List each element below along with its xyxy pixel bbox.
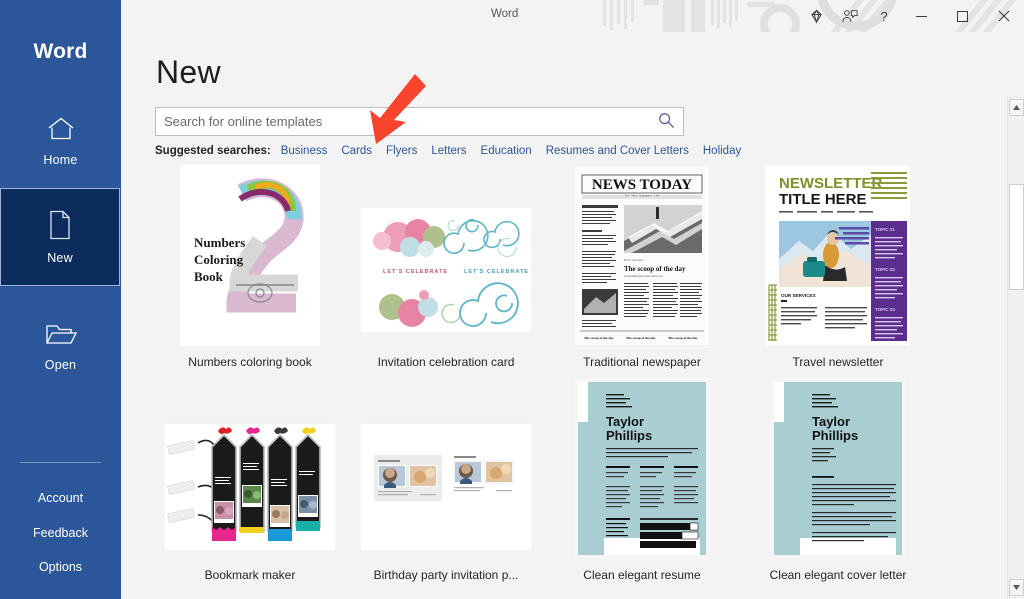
help-icon[interactable]: ? [867, 0, 901, 32]
template-thumbnail-clean-elegant-cover-letter: Taylor Phillips [743, 378, 933, 559]
template-card[interactable]: NEWS TODAY Tue ∙ Wed ∙ September ∙ 12th [547, 165, 737, 369]
template-caption: Invitation celebration card [377, 355, 515, 369]
template-caption: Traditional newspaper [583, 355, 701, 369]
svg-text:The scoop of the day: The scoop of the day [584, 336, 614, 340]
template-thumbnail-invitation-celebration-card: LET'S CELEBRATE LET'S CELEBRATE [351, 165, 541, 346]
open-folder-icon [45, 322, 77, 347]
main-content: New Suggested searches: Business Cards F… [121, 32, 1024, 599]
sidebar-item-label: Home [43, 152, 78, 167]
search-button[interactable] [649, 108, 683, 135]
template-card[interactable]: Numbers Coloring Book Numbers coloring b… [155, 165, 345, 369]
suggested-link-education[interactable]: Education [481, 145, 532, 157]
sidebar-item-label: Open [44, 358, 77, 372]
template-caption: Clean elegant resume [583, 568, 701, 582]
template-card[interactable]: NEWSLETTER TITLE HERE TOPIC 01 TOPIC 02 … [743, 165, 933, 369]
vertical-scrollbar[interactable] [1007, 96, 1024, 599]
template-caption: Birthday party invitation p... [373, 568, 519, 582]
sidebar-item-new[interactable]: New [0, 188, 120, 286]
word-start-screen: Word Home New Open Account Feedback Opti… [0, 0, 1024, 599]
svg-text:Numbers: Numbers [194, 235, 245, 250]
svg-text:Phillips: Phillips [606, 428, 652, 443]
template-thumbnail-clean-elegant-resume: Taylor Phillips [547, 378, 737, 559]
svg-text:TOPIC 02: TOPIC 02 [875, 267, 895, 272]
template-caption: Bookmark maker [204, 568, 296, 582]
svg-text:The scoop of the day: The scoop of the day [626, 336, 656, 340]
sidebar-item-label: New [47, 250, 73, 265]
search-icon [658, 112, 675, 132]
svg-text:TOPIC 03: TOPIC 03 [875, 307, 895, 312]
title-bar: Word ? [121, 0, 1024, 32]
svg-text:Sub heading line of the articl: Sub heading line of the article text [624, 275, 663, 278]
sidebar-item-open[interactable]: Open [0, 298, 121, 396]
window-title: Word [491, 8, 519, 20]
svg-text:The scoop of the day: The scoop of the day [668, 336, 698, 340]
sidebar-link-feedback[interactable]: Feedback [0, 526, 121, 540]
close-button[interactable] [983, 0, 1024, 32]
page-title: New [156, 54, 221, 90]
template-card[interactable]: Birthday party invitation p... [351, 378, 541, 582]
template-card[interactable]: Taylor Phillips [743, 378, 933, 582]
template-thumbnail-travel-newsletter: NEWSLETTER TITLE HERE TOPIC 01 TOPIC 02 … [743, 165, 933, 346]
template-card[interactable]: Bookmark maker [155, 378, 345, 582]
svg-text:TOPIC 01: TOPIC 01 [875, 227, 895, 232]
sidebar-link-options[interactable]: Options [0, 560, 121, 574]
suggested-link-resumes-and-cover-letters[interactable]: Resumes and Cover Letters [546, 145, 689, 157]
template-card[interactable]: LET'S CELEBRATE LET'S CELEBRATE Invitati… [351, 165, 541, 369]
template-grid: Numbers Coloring Book Numbers coloring b… [155, 165, 996, 599]
suggested-searches-label: Suggested searches: [155, 145, 271, 157]
svg-text:TITLE HERE: TITLE HERE [779, 191, 867, 208]
account-person-icon[interactable] [833, 0, 867, 32]
scroll-up-button[interactable] [1009, 99, 1024, 116]
scroll-down-button[interactable] [1009, 579, 1024, 596]
sidebar-item-home[interactable]: Home [0, 92, 121, 190]
svg-text:Taylor: Taylor [812, 414, 850, 429]
minimize-button[interactable] [901, 0, 942, 32]
sidebar-link-account[interactable]: Account [0, 491, 121, 505]
svg-text:Phillips: Phillips [812, 428, 858, 443]
template-card[interactable]: Taylor Phillips [547, 378, 737, 582]
template-caption: Travel newsletter [792, 355, 884, 369]
search-input[interactable] [156, 108, 649, 135]
premium-diamond-icon[interactable] [799, 0, 833, 32]
search-box[interactable] [155, 107, 684, 136]
svg-text:Photo caption here: Photo caption here [624, 259, 644, 262]
template-thumbnail-birthday-party-invitation [351, 378, 541, 559]
template-thumbnail-bookmark-maker [155, 378, 345, 559]
svg-text:Tue ∙ Wed ∙ September ∙ 12th: Tue ∙ Wed ∙ September ∙ 12th [625, 194, 660, 198]
svg-text:The scoop of the day: The scoop of the day [624, 265, 686, 273]
svg-text:LET'S CELEBRATE: LET'S CELEBRATE [464, 269, 529, 275]
sidebar: Word Home New Open Account Feedback Opti… [0, 0, 121, 599]
svg-text:Book: Book [194, 269, 224, 284]
suggested-searches: Suggested searches: Business Cards Flyer… [155, 142, 755, 160]
titlebar-controls: ? [799, 0, 1024, 32]
svg-text:OUR SERVICES: OUR SERVICES [781, 293, 816, 298]
sidebar-divider [20, 462, 101, 463]
template-thumbnail-traditional-newspaper: NEWS TODAY Tue ∙ Wed ∙ September ∙ 12th [547, 165, 737, 346]
template-thumbnail-numbers-coloring-book: Numbers Coloring Book [155, 165, 345, 346]
svg-text:Coloring: Coloring [194, 252, 244, 267]
help-glyph: ? [880, 8, 888, 24]
new-document-icon [48, 210, 72, 240]
suggested-link-cards[interactable]: Cards [341, 145, 372, 157]
suggested-link-business[interactable]: Business [281, 145, 328, 157]
svg-text:LET'S CELEBRATE: LET'S CELEBRATE [383, 269, 448, 275]
suggested-link-letters[interactable]: Letters [431, 145, 466, 157]
template-caption: Clean elegant cover letter [769, 568, 907, 582]
svg-text:Taylor: Taylor [606, 414, 644, 429]
suggested-link-flyers[interactable]: Flyers [386, 145, 417, 157]
suggested-link-holiday[interactable]: Holiday [703, 145, 741, 157]
scrollbar-thumb[interactable] [1009, 184, 1024, 290]
template-caption: Numbers coloring book [188, 355, 312, 369]
maximize-button[interactable] [942, 0, 983, 32]
svg-text:NEWSLETTER: NEWSLETTER [779, 175, 882, 192]
svg-text:NEWS TODAY: NEWS TODAY [592, 177, 692, 193]
home-icon [46, 116, 76, 142]
app-brand-label: Word [33, 40, 88, 63]
